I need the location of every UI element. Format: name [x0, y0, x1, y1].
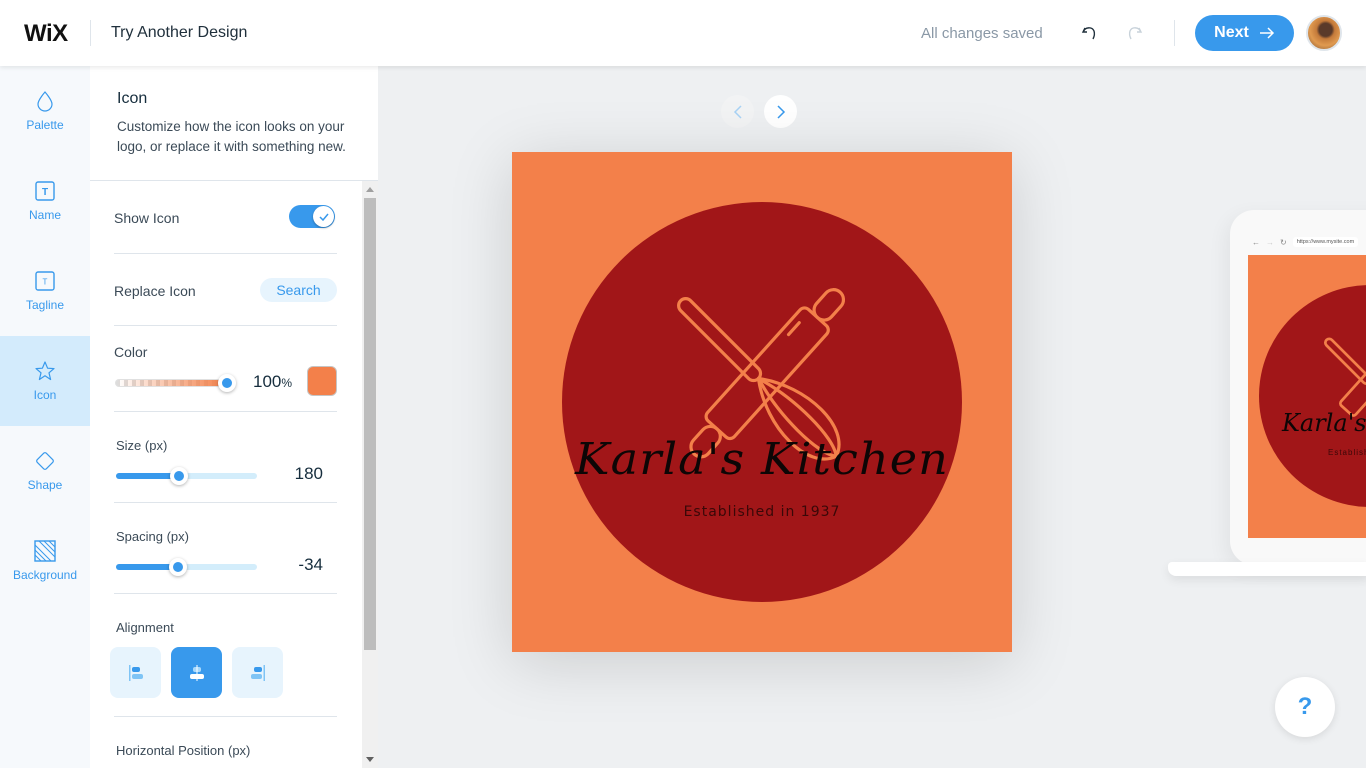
align-right-icon [250, 664, 265, 681]
hatched-square-icon [34, 540, 56, 562]
sidebar-item-label: Shape [27, 478, 63, 492]
scroll-up-icon[interactable] [366, 187, 374, 192]
laptop-base [1168, 562, 1366, 576]
sidebar-item-name[interactable]: T Name [0, 156, 90, 246]
mockup-logo-preview: Karla's Kitchen Established in 1937 [1248, 255, 1366, 538]
align-right-button[interactable] [232, 647, 283, 698]
panel-title: Icon [117, 90, 148, 107]
redo-icon [1128, 27, 1143, 40]
next-button[interactable]: Next [1195, 15, 1294, 51]
mockup-url: https://www.mysite.com [1292, 237, 1359, 247]
scrollbar-thumb[interactable] [364, 198, 376, 650]
icon-settings-panel: Icon Customize how the icon looks on you… [90, 66, 378, 768]
sidebar-item-palette[interactable]: Palette [0, 66, 90, 156]
logo-preview: Karla's Kitchen Established in 1937 [512, 152, 1012, 652]
divider [114, 716, 337, 717]
sidebar: Palette T Name T Tagline Icon Shape Back… [0, 66, 90, 768]
divider [114, 502, 337, 503]
sidebar-item-label: Tagline [25, 298, 65, 312]
sidebar-item-label: Name [28, 208, 61, 222]
arrow-right-icon [1259, 27, 1274, 39]
horizontal-position-label: Horizontal Position (px) [116, 743, 251, 758]
opacity-slider[interactable] [115, 379, 227, 387]
divider [114, 411, 337, 412]
toggle-knob [313, 206, 334, 227]
mockup-logo-tagline: Established in 1937 [1328, 448, 1366, 457]
size-value: 180 [294, 464, 323, 483]
drop-icon [34, 90, 56, 112]
scroll-down-icon[interactable] [366, 757, 374, 762]
laptop-mockup: ← → ↻ https://www.mysite.com Karla's Est… [1230, 210, 1366, 565]
chevron-right-icon [776, 104, 785, 119]
size-label: Size (px) [116, 438, 168, 453]
logo-name: Karla's Kitchen [575, 434, 949, 485]
panel-header: Icon Customize how the icon looks on you… [90, 66, 378, 181]
logo-tagline: Established in 1937 [683, 504, 841, 520]
diamond-icon [34, 450, 56, 472]
align-center-icon [189, 664, 204, 681]
help-button[interactable]: ? [1275, 677, 1335, 737]
forward-arrow-icon: → [1266, 237, 1274, 247]
align-center-button[interactable] [171, 647, 222, 698]
divider [114, 593, 337, 594]
divider [114, 253, 337, 254]
color-label: Color [114, 344, 148, 360]
panel-scrollbar[interactable] [362, 181, 378, 768]
opacity-slider-handle[interactable] [218, 374, 236, 392]
undo-icon [1081, 27, 1096, 40]
color-swatch[interactable] [307, 366, 337, 396]
undo-button[interactable] [1078, 22, 1100, 44]
sidebar-item-label: Background [12, 568, 78, 582]
preview-canvas: Karla's Kitchen Established in 1937 ← → … [378, 66, 1366, 768]
redo-button[interactable] [1124, 22, 1146, 44]
sidebar-item-icon[interactable]: Icon [0, 336, 90, 426]
size-slider-handle[interactable] [170, 467, 189, 485]
panel-description: Customize how the icon looks on your log… [117, 119, 346, 154]
sidebar-item-tagline[interactable]: T Tagline [0, 246, 90, 336]
text-box-small-icon: T [34, 270, 56, 292]
checkmark-icon [318, 213, 329, 221]
next-label: Next [1214, 24, 1249, 41]
text-box-icon: T [34, 180, 56, 202]
page-title: Try Another Design [111, 24, 248, 41]
next-design-button[interactable] [764, 95, 797, 128]
chevron-left-icon [733, 104, 742, 119]
spacing-value: -34 [298, 555, 323, 574]
show-icon-label: Show Icon [114, 210, 180, 226]
align-left-icon [128, 664, 143, 681]
sidebar-item-label: Palette [26, 118, 64, 132]
sidebar-item-background[interactable]: Background [0, 516, 90, 606]
back-arrow-icon: ← [1252, 237, 1260, 247]
star-icon [34, 360, 56, 382]
divider [1174, 20, 1175, 46]
show-icon-toggle[interactable] [289, 205, 335, 228]
spacing-label: Spacing (px) [116, 529, 189, 544]
wix-logo: WiX [24, 20, 68, 47]
svg-text:T: T [43, 278, 48, 287]
sidebar-item-label: Icon [33, 388, 57, 402]
replace-icon-label: Replace Icon [114, 283, 196, 299]
user-avatar[interactable] [1306, 15, 1342, 51]
align-left-button[interactable] [110, 647, 161, 698]
alignment-label: Alignment [116, 620, 174, 635]
svg-text:T: T [42, 187, 48, 198]
previous-design-button[interactable] [721, 95, 754, 128]
reload-icon: ↻ [1280, 237, 1287, 247]
divider [90, 20, 91, 46]
opacity-value: 100% [253, 372, 293, 391]
sidebar-item-shape[interactable]: Shape [0, 426, 90, 516]
divider [114, 325, 337, 326]
top-bar: WiX Try Another Design All changes saved… [0, 0, 1366, 66]
spacing-slider-handle[interactable] [169, 558, 188, 576]
mockup-logo-name: Karla's Kitchen [1282, 409, 1366, 437]
search-icon-button[interactable]: Search [260, 278, 337, 302]
mockup-browser-bar: ← → ↻ https://www.mysite.com [1248, 232, 1366, 252]
save-status: All changes saved [921, 25, 1043, 42]
